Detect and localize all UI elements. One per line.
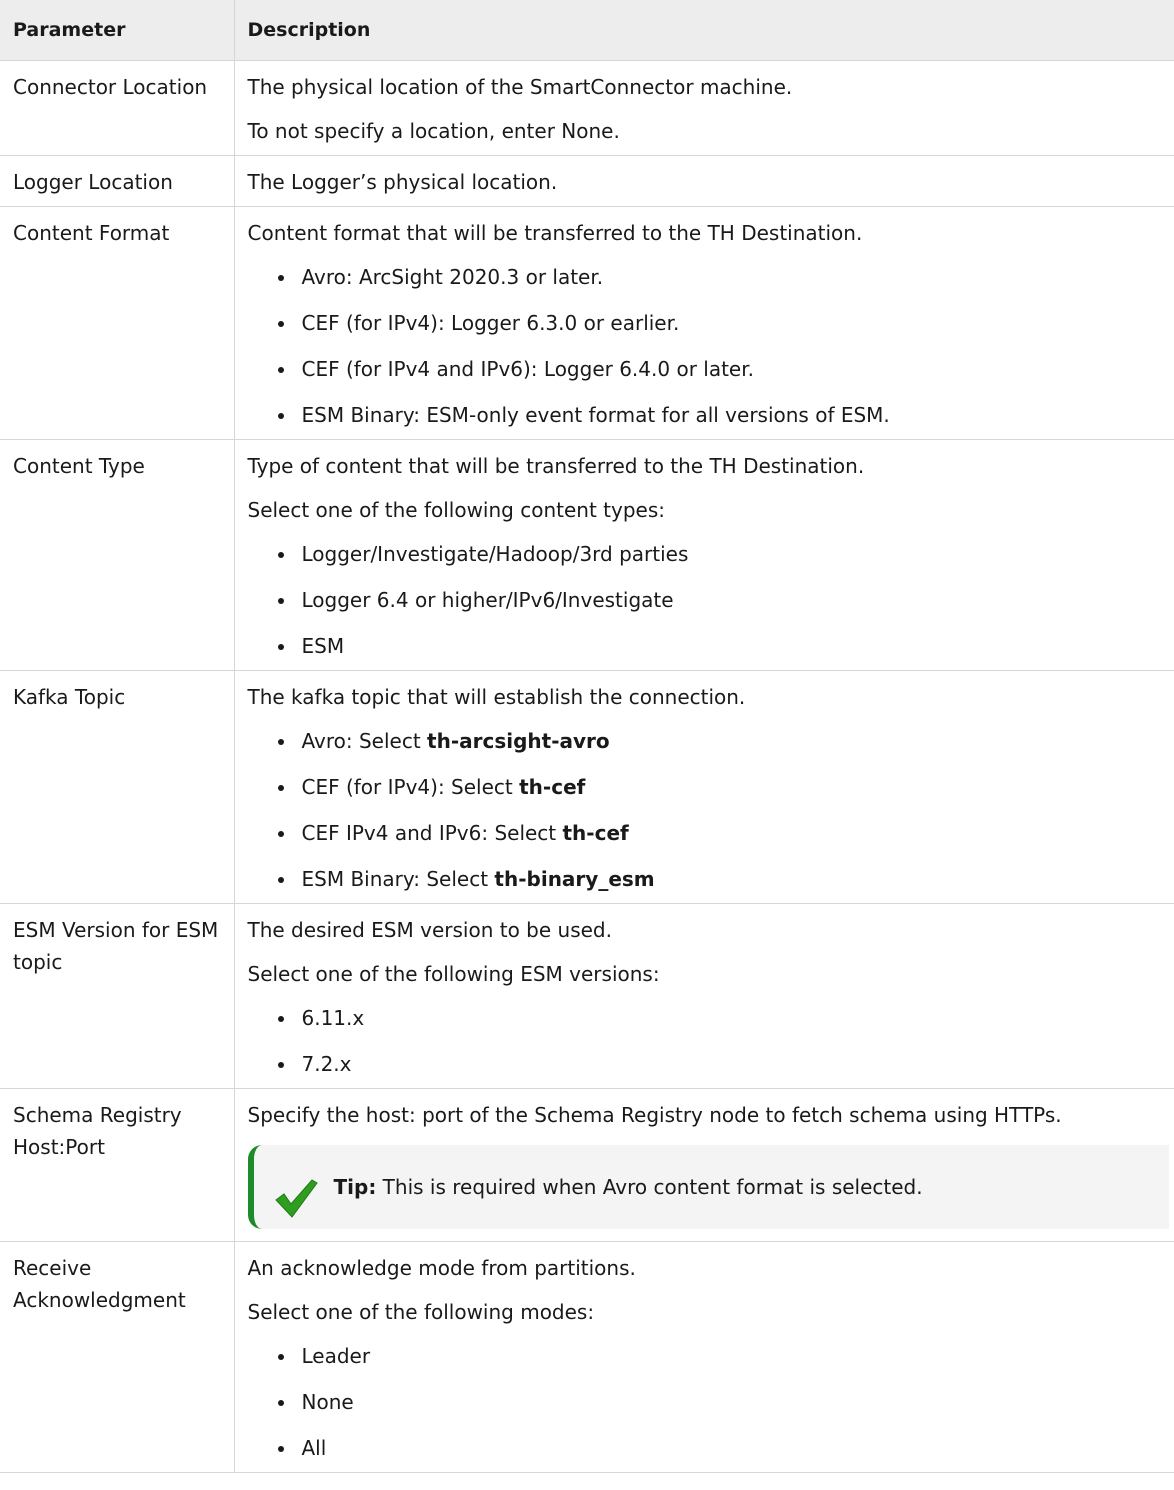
description-text: Content format that will be transferred … xyxy=(247,221,863,245)
bullet-list: Avro: ArcSight 2020.3 or later. CEF (for… xyxy=(248,261,1169,431)
table-row: Connector Location The physical location… xyxy=(0,60,1174,156)
table-row: Kafka Topic The kafka topic that will es… xyxy=(0,670,1174,904)
description-text: Select one of the following content type… xyxy=(247,498,665,522)
topic-name: th-cef xyxy=(562,821,629,845)
bullet-list: Logger/Investigate/Hadoop/3rd parties Lo… xyxy=(248,538,1169,662)
param-description: Type of content that will be transferred… xyxy=(234,439,1174,671)
bullet-list: Leader None All xyxy=(248,1340,1169,1464)
item-text: CEF IPv4 and IPv6: Select xyxy=(301,821,563,845)
description-text: To not specify a location, enter None. xyxy=(247,119,620,143)
tip-label: Tip: xyxy=(333,1175,377,1199)
list-item: CEF (for IPv4): Select th-cef xyxy=(272,771,1169,803)
table-row: Schema Registry Host:Port Specify the ho… xyxy=(0,1088,1174,1242)
list-item: 7.2.x xyxy=(272,1048,1169,1080)
list-item: ESM Binary: ESM-only event format for al… xyxy=(272,399,1169,431)
description-text: Select one of the following ESM versions… xyxy=(247,962,660,986)
param-name: Schema Registry Host:Port xyxy=(0,1088,235,1242)
tip-callout: Tip: This is required when Avro content … xyxy=(247,1145,1169,1229)
list-item: Avro: ArcSight 2020.3 or later. xyxy=(272,261,1169,293)
checkmark-icon xyxy=(274,1179,318,1218)
parameters-table: Parameter Description Connector Location… xyxy=(0,0,1174,1473)
item-text: ESM Binary: Select xyxy=(301,867,495,891)
bullet-list: 6.11.x 7.2.x xyxy=(248,1002,1169,1080)
list-item: None xyxy=(272,1386,1169,1418)
param-description: An acknowledge mode from partitions. Sel… xyxy=(234,1241,1174,1473)
list-item: Leader xyxy=(272,1340,1169,1372)
topic-name: th-binary_esm xyxy=(494,867,655,891)
description-text: The desired ESM version to be used. xyxy=(247,918,612,942)
list-item: CEF (for IPv4 and IPv6): Logger 6.4.0 or… xyxy=(272,353,1169,385)
item-text: Avro: Select xyxy=(301,729,428,753)
description-text: Type of content that will be transferred… xyxy=(247,454,865,478)
list-item: Logger 6.4 or higher/IPv6/Investigate xyxy=(272,584,1169,616)
item-text: CEF (for IPv4): Select xyxy=(301,775,520,799)
param-name: Kafka Topic xyxy=(0,670,235,904)
list-item: All xyxy=(272,1432,1169,1464)
param-description: Content format that will be transferred … xyxy=(234,206,1174,440)
topic-name: th-arcsight-avro xyxy=(427,729,610,753)
header-parameter: Parameter xyxy=(0,0,234,61)
param-description: The Logger’s physical location. xyxy=(234,155,1174,207)
list-item: Logger/Investigate/Hadoop/3rd parties xyxy=(272,538,1169,570)
description-text: The kafka topic that will establish the … xyxy=(247,685,746,709)
list-item: CEF IPv4 and IPv6: Select th-cef xyxy=(272,817,1169,849)
table-row: Receive Acknowledgment An acknowledge mo… xyxy=(0,1241,1174,1473)
table-row: Logger Location The Logger’s physical lo… xyxy=(0,155,1174,207)
param-name: Content Format xyxy=(0,206,235,440)
tip-text: Tip: This is required when Avro content … xyxy=(334,1171,923,1203)
list-item: Avro: Select th-arcsight-avro xyxy=(272,725,1169,757)
topic-name: th-cef xyxy=(519,775,586,799)
param-description: The kafka topic that will establish the … xyxy=(234,670,1174,904)
table-row: ESM Version for ESM topic The desired ES… xyxy=(0,903,1174,1089)
table-header-row: Parameter Description xyxy=(0,0,1174,61)
description-text: Specify the host: port of the Schema Reg… xyxy=(247,1103,1062,1127)
description-text: An acknowledge mode from partitions. xyxy=(247,1256,636,1280)
description-text: The physical location of the SmartConnec… xyxy=(247,75,793,99)
bullet-list: Avro: Select th-arcsight-avro CEF (for I… xyxy=(248,725,1169,895)
table-row: Content Type Type of content that will b… xyxy=(0,439,1174,671)
list-item: ESM Binary: Select th-binary_esm xyxy=(272,863,1169,895)
header-description: Description xyxy=(233,0,1174,61)
description-text: The Logger’s physical location. xyxy=(247,170,558,194)
list-item: CEF (for IPv4): Logger 6.3.0 or earlier. xyxy=(272,307,1169,339)
param-name: Receive Acknowledgment xyxy=(0,1241,235,1473)
param-name: Connector Location xyxy=(0,60,235,156)
param-name: ESM Version for ESM topic xyxy=(0,903,235,1089)
table-row: Content Format Content format that will … xyxy=(0,206,1174,440)
param-description: The physical location of the SmartConnec… xyxy=(234,60,1174,156)
list-item: 6.11.x xyxy=(272,1002,1169,1034)
param-name: Content Type xyxy=(0,439,235,671)
description-text: Select one of the following modes: xyxy=(247,1300,595,1324)
param-name: Logger Location xyxy=(0,155,235,207)
list-item: ESM xyxy=(272,630,1169,662)
param-description: Specify the host: port of the Schema Reg… xyxy=(234,1088,1174,1242)
tip-body: This is required when Avro content forma… xyxy=(376,1175,923,1199)
param-description: The desired ESM version to be used. Sele… xyxy=(234,903,1174,1089)
